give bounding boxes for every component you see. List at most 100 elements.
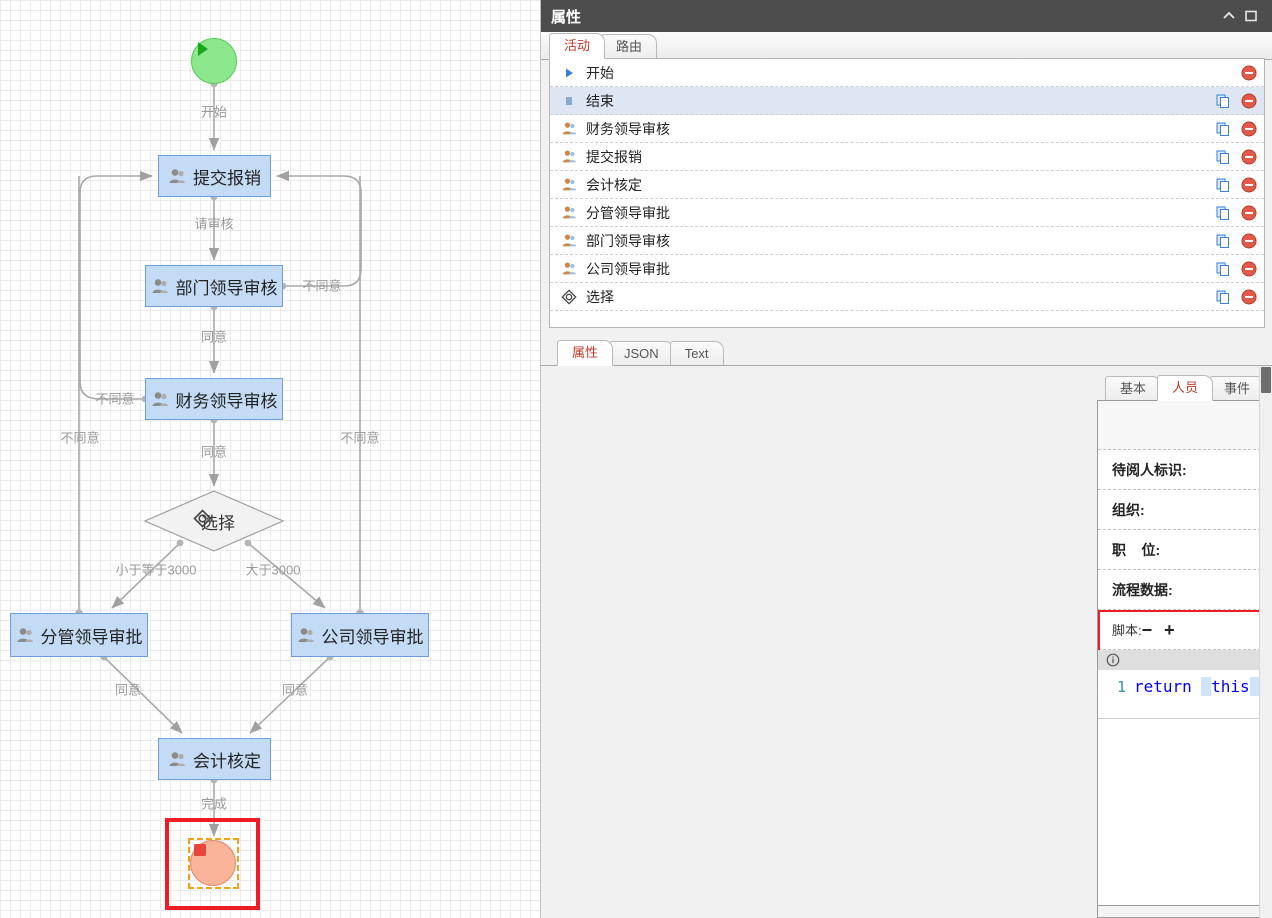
activity-label: 部门领导审核 [578, 231, 1214, 251]
activity-label: 分管领导审批 [578, 203, 1214, 223]
collapse-icon[interactable]: − [1142, 621, 1153, 639]
form-row-position[interactable]: 职 位: + [1098, 530, 1272, 570]
activity-row-end[interactable]: 结束 [550, 87, 1264, 115]
user-task-icon [168, 750, 186, 768]
diagram-node-label: 公司领导审批 [322, 623, 424, 648]
edge-label: 请审核 [194, 214, 233, 233]
top-tabstrip: 活动 路由 [541, 32, 1272, 60]
form-section-header: 待阅人 [1098, 401, 1272, 450]
delete-circle-icon[interactable] [1240, 176, 1258, 194]
diagram-node-accounting[interactable]: 会计核定 [158, 738, 271, 780]
edge-label: 小于等于3000 [116, 560, 197, 579]
tab-properties[interactable]: 属性 [557, 340, 613, 366]
properties-tabstrip: 属性 JSON Text 显示高级属性 [549, 340, 1272, 366]
script-editor-toolbar [1098, 650, 1272, 670]
diagram-node-submit[interactable]: 提交报销 [158, 155, 271, 197]
script-editor[interactable]: 1 return this .workContext.get Work().cr… [1098, 650, 1272, 719]
tab-json[interactable]: JSON [609, 341, 674, 366]
tab-events[interactable]: 事件 [1209, 376, 1265, 401]
copy-icon[interactable] [1214, 232, 1232, 250]
line-number: 1 [1098, 670, 1134, 716]
tab-personnel[interactable]: 人员 [1157, 375, 1213, 401]
diagram-node-gateway-choice[interactable]: 选择 [144, 490, 284, 552]
form-row-reader-identity[interactable]: 待阅人标识: + [1098, 450, 1272, 490]
diagram-node-start[interactable] [191, 38, 237, 84]
activity-row-dept-review[interactable]: 部门领导审核 [550, 227, 1264, 255]
delete-circle-icon[interactable] [1240, 64, 1258, 82]
chevron-up-icon[interactable] [1218, 5, 1240, 27]
form-bottom-bar [1097, 905, 1272, 918]
expand-icon[interactable]: + [1164, 621, 1175, 639]
activity-row-company-approval[interactable]: 公司领导审批 [550, 255, 1264, 283]
activity-row-branch-approval[interactable]: 分管领导审批 [550, 199, 1264, 227]
play-triangle-icon [192, 39, 212, 59]
diagram-node-company-approval[interactable]: 公司领导审批 [291, 613, 429, 657]
activity-label: 财务领导审核 [578, 119, 1214, 139]
form-row-organization[interactable]: 组织: + [1098, 490, 1272, 530]
script-code-area[interactable]: 1 return this .workContext.get Work().cr… [1098, 670, 1272, 716]
panel-title: 属性 [551, 6, 581, 27]
script-label: 脚本: [1112, 620, 1142, 639]
maximize-icon[interactable] [1240, 5, 1262, 27]
field-label: 待阅人标识: [1112, 460, 1187, 480]
panel-scrollbar[interactable] [1259, 367, 1272, 918]
activity-label: 公司领导审批 [578, 259, 1214, 279]
copy-icon[interactable] [1214, 204, 1232, 222]
diagram-node-finance-review[interactable]: 财务领导审核 [145, 378, 283, 420]
edge-label: 同意 [201, 327, 227, 346]
end-square-icon [560, 94, 578, 108]
stop-square-icon [191, 841, 209, 859]
activity-row-accounting[interactable]: 会计核定 [550, 171, 1264, 199]
tab-routes[interactable]: 路由 [601, 34, 657, 59]
user-task-icon [560, 233, 578, 248]
diagram-node-end[interactable] [190, 840, 236, 886]
copy-icon[interactable] [1214, 288, 1232, 306]
copy-icon[interactable] [1214, 176, 1232, 194]
info-circle-icon[interactable] [1104, 651, 1122, 669]
edge-label: 不同意 [340, 428, 379, 447]
gateway-diamond-icon [560, 289, 578, 305]
activity-row-start[interactable]: 开始 [550, 59, 1264, 87]
edge-label: 大于3000 [246, 560, 301, 579]
activity-list[interactable]: 开始 结束 [549, 58, 1265, 328]
diagram-node-branch-approval[interactable]: 分管领导审批 [10, 613, 148, 657]
diagram-node-label: 会计核定 [193, 747, 261, 772]
edge-label: 不同意 [95, 389, 134, 408]
edge-label: 不同意 [302, 276, 341, 295]
delete-circle-icon[interactable] [1240, 288, 1258, 306]
delete-circle-icon[interactable] [1240, 92, 1258, 110]
field-label: 组织: [1112, 500, 1145, 520]
tab-basic[interactable]: 基本 [1105, 376, 1161, 401]
copy-icon[interactable] [1214, 260, 1232, 278]
panel-titlebar: 属性 [541, 0, 1272, 32]
user-task-icon [168, 167, 186, 185]
panel-scrollbar-thumb[interactable] [1261, 367, 1271, 393]
activity-row-submit[interactable]: 提交报销 [550, 143, 1264, 171]
delete-circle-icon[interactable] [1240, 204, 1258, 222]
copy-icon[interactable] [1214, 148, 1232, 166]
edge-label: 完成 [201, 794, 227, 813]
user-task-icon [151, 390, 169, 408]
tab-activities[interactable]: 活动 [549, 33, 605, 59]
code-line[interactable]: return this .workContext.get Work().crea… [1134, 670, 1272, 716]
user-task-icon [560, 177, 578, 192]
edge-label: 同意 [115, 680, 141, 699]
activity-label: 会计核定 [578, 175, 1214, 195]
delete-circle-icon[interactable] [1240, 120, 1258, 138]
delete-circle-icon[interactable] [1240, 232, 1258, 250]
flow-diagram-canvas[interactable]: 提交报销 部门领导审核 财务领导审核 选择 [0, 0, 540, 918]
copy-icon[interactable] [1214, 120, 1232, 138]
diagram-node-label: 提交报销 [193, 164, 261, 189]
copy-icon[interactable] [1214, 92, 1232, 110]
edge-label: 同意 [201, 442, 227, 461]
diagram-node-label: 财务领导审核 [176, 387, 278, 412]
activity-row-finance-review[interactable]: 财务领导审核 [550, 115, 1264, 143]
tab-text[interactable]: Text [670, 341, 724, 366]
activity-row-gateway-choice[interactable]: 选择 [550, 283, 1264, 311]
delete-circle-icon[interactable] [1240, 260, 1258, 278]
diagram-node-dept-review[interactable]: 部门领导审核 [145, 265, 283, 307]
script-row-header: 脚本: − + [1098, 610, 1272, 650]
delete-circle-icon[interactable] [1240, 148, 1258, 166]
form-row-process-data[interactable]: 流程数据: + [1098, 570, 1272, 610]
user-task-icon [560, 149, 578, 164]
